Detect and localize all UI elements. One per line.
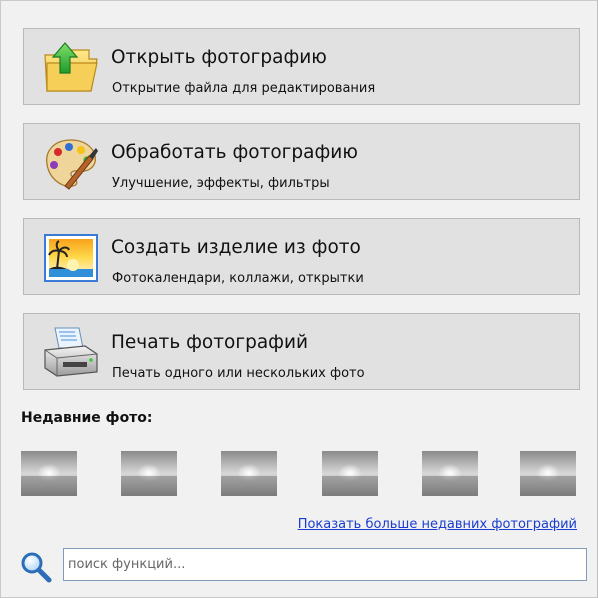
open-photo-button[interactable]: Открыть фотографию Открытие файла для ре… (23, 28, 580, 105)
edit-photo-title: Обработать фотографию (111, 142, 358, 163)
show-more-recent-link[interactable]: Показать больше недавних фотографий (298, 517, 577, 532)
recent-photo-thumbnail[interactable] (21, 451, 77, 496)
palette-icon (46, 139, 98, 190)
open-photo-title: Открыть фотографию (111, 47, 327, 68)
create-product-subtitle: Фотокалендари, коллажи, открытки (112, 271, 364, 286)
print-photos-title: Печать фотографий (111, 332, 309, 353)
magnifier-icon (21, 552, 52, 583)
create-product-button[interactable]: Создать изделие из фото Фотокалендари, к… (23, 218, 580, 295)
recent-photo-thumbnail[interactable] (422, 451, 478, 496)
function-search-input[interactable] (63, 548, 587, 581)
recent-photo-thumbnail[interactable] (520, 451, 576, 496)
edit-photo-subtitle: Улучшение, эффекты, фильтры (112, 176, 330, 191)
recent-photo-thumbnail[interactable] (121, 451, 177, 496)
open-photo-subtitle: Открытие файла для редактирования (112, 81, 376, 96)
main-panel: Открыть фотографию Открытие файла для ре… (0, 0, 598, 598)
printer-icon (44, 327, 98, 377)
edit-photo-button[interactable]: Обработать фотографию Улучшение, эффекты… (23, 123, 580, 200)
recent-photo-thumbnail[interactable] (322, 451, 378, 496)
recent-photo-thumbnail[interactable] (221, 451, 277, 496)
recent-photos-label: Недавние фото: (21, 410, 153, 426)
sunset-photo-icon (44, 234, 98, 282)
open-folder-icon (44, 42, 98, 92)
print-photos-button[interactable]: Печать фотографий Печать одного или неск… (23, 313, 580, 390)
create-product-title: Создать изделие из фото (111, 237, 361, 258)
print-photos-subtitle: Печать одного или нескольких фото (112, 366, 365, 381)
